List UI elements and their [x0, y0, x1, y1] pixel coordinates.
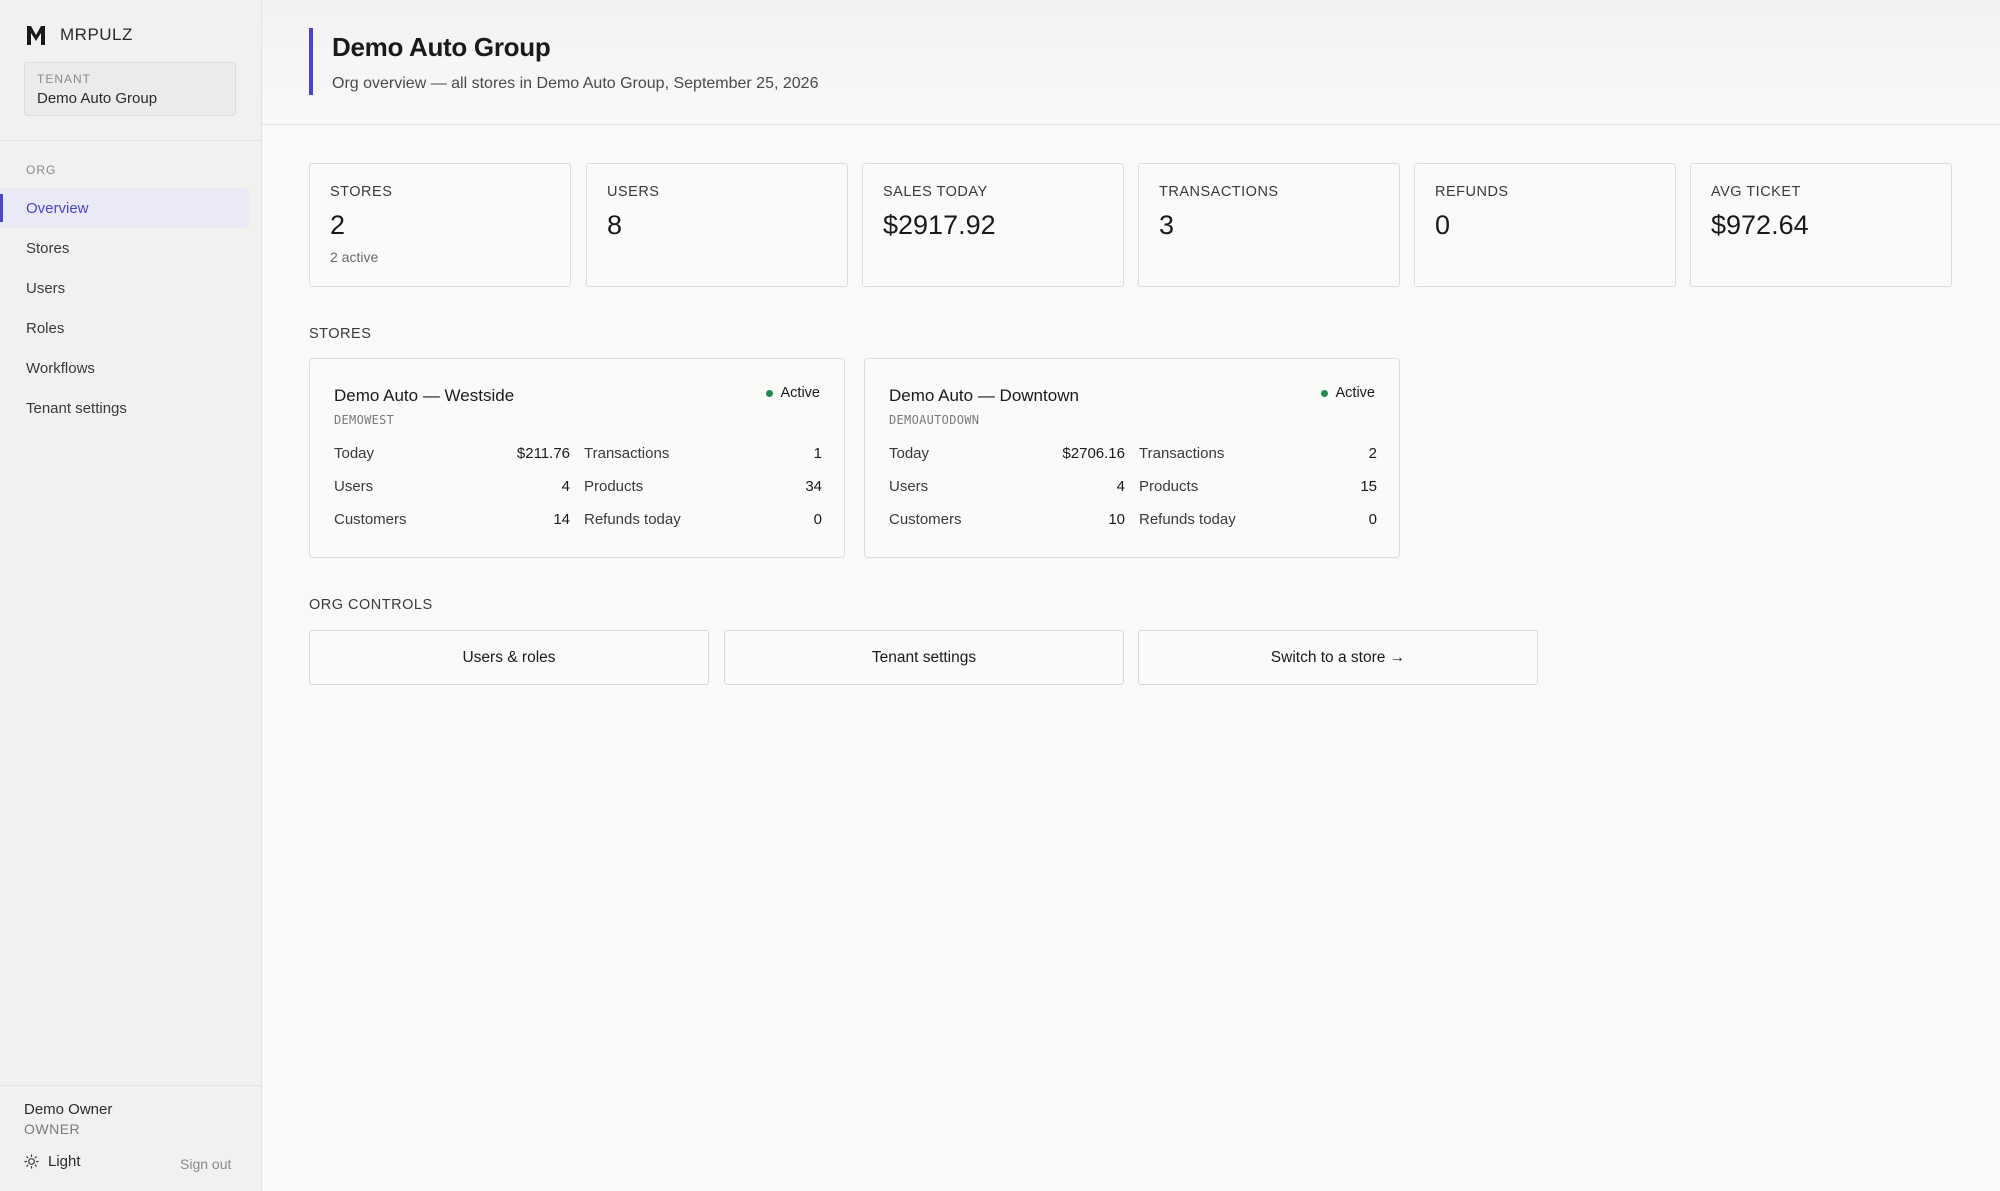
store-name: Demo Auto — Downtown: [889, 386, 1079, 405]
theme-toggle[interactable]: Light: [24, 1153, 81, 1170]
sidebar-item-tenant-settings[interactable]: Tenant settings: [0, 388, 249, 428]
stat-value: 0: [1368, 511, 1377, 528]
stat-label: Transactions: [584, 445, 670, 462]
sidebar-item-stores[interactable]: Stores: [0, 228, 249, 268]
stat-label: Today: [889, 445, 930, 462]
sign-out-link[interactable]: Sign out: [180, 1156, 231, 1172]
store-stat-row: Today $211.76 Transactions 1: [334, 445, 822, 465]
status-badge: Active: [1320, 385, 1376, 401]
sidebar: MRPULZ TENANT Demo Auto Group ORG Overvi…: [0, 0, 262, 1191]
store-stat-row: Customers 10 Refunds today 0: [889, 511, 1377, 531]
stat-label: Today: [334, 445, 375, 462]
stat-value: 14: [553, 511, 570, 528]
stat-value: $972.64: [1711, 210, 1809, 240]
stat-label: Products: [584, 478, 644, 495]
tenant-label: TENANT: [37, 72, 91, 86]
stat-label: SALES TODAY: [883, 184, 988, 200]
stat-value: 0: [813, 511, 822, 528]
stat-label: Products: [1139, 478, 1199, 495]
stat-value: $2706.16: [1062, 445, 1125, 462]
stat-label: Users: [889, 478, 929, 495]
stat-label: Users: [334, 478, 374, 495]
status-badge: Active: [765, 385, 821, 401]
stat-label: STORES: [330, 184, 393, 200]
stat-label: Customers: [889, 511, 962, 528]
nav-section-label: ORG: [26, 163, 57, 177]
sidebar-item-users[interactable]: Users: [0, 268, 249, 308]
store-card-westside[interactable]: Demo Auto — Westside DEMOWEST Active Tod…: [309, 358, 845, 558]
store-stat-row: Customers 14 Refunds today 0: [334, 511, 822, 531]
stat-card-users: USERS 8: [586, 163, 848, 287]
store-name: Demo Auto — Westside: [334, 386, 515, 405]
stat-value: 4: [561, 478, 570, 495]
sidebar-item-overview[interactable]: Overview: [0, 188, 249, 228]
stat-label: Refunds today: [584, 511, 681, 528]
brand[interactable]: MRPULZ: [26, 24, 133, 46]
stat-label: TRANSACTIONS: [1159, 184, 1279, 200]
store-stat-row: Today $2706.16 Transactions 2: [889, 445, 1377, 465]
store-card-downtown[interactable]: Demo Auto — Downtown DEMOAUTODOWN Active…: [864, 358, 1400, 558]
stat-value: 10: [1108, 511, 1125, 528]
stat-card-refunds: REFUNDS 0: [1414, 163, 1676, 287]
stat-value: 1: [813, 445, 822, 462]
stat-value: 2: [1368, 445, 1377, 462]
sidebar-nav: Overview Stores Users Roles Workflows Te…: [0, 188, 261, 428]
switch-store-button[interactable]: Switch to a store →: [1138, 630, 1538, 685]
stat-value: 34: [805, 478, 822, 495]
stat-card-avg-ticket: AVG TICKET $972.64: [1690, 163, 1952, 287]
tenant-name: Demo Auto Group: [37, 90, 158, 107]
tenant-settings-button[interactable]: Tenant settings: [724, 630, 1124, 685]
stat-label: USERS: [607, 184, 660, 200]
stat-value: 2: [330, 210, 346, 240]
store-code: DEMOAUTODOWN: [889, 413, 980, 427]
stat-label: REFUNDS: [1435, 184, 1509, 200]
page-title: Demo Auto Group: [332, 32, 551, 62]
status-dot-icon: [1320, 389, 1328, 397]
theme-toggle-label: Light: [48, 1153, 81, 1170]
status-label: Active: [780, 385, 821, 401]
sidebar-item-workflows[interactable]: Workflows: [0, 348, 249, 388]
user-role: OWNER: [24, 1121, 81, 1137]
user-name: Demo Owner: [24, 1101, 113, 1118]
header-accent-bar: [309, 28, 313, 95]
stat-card-transactions: TRANSACTIONS 3: [1138, 163, 1400, 287]
brand-logo-icon: [27, 26, 45, 45]
stat-value: 3: [1159, 210, 1175, 240]
stat-value: 15: [1360, 478, 1377, 495]
stat-card-sales-today: SALES TODAY $2917.92: [862, 163, 1124, 287]
stat-subtext: 2 active: [330, 249, 379, 265]
users-roles-button[interactable]: Users & roles: [309, 630, 709, 685]
tenant-switcher[interactable]: TENANT Demo Auto Group: [24, 62, 236, 116]
brand-name: MRPULZ: [60, 25, 133, 44]
page-subtitle: Org overview — all stores in Demo Auto G…: [332, 75, 819, 92]
sun-icon: [24, 1154, 39, 1169]
stat-label: AVG TICKET: [1711, 184, 1801, 200]
status-label: Active: [1335, 385, 1376, 401]
stat-value: 8: [607, 210, 623, 240]
stat-value: 4: [1116, 478, 1125, 495]
sidebar-divider: [0, 140, 261, 141]
status-dot-icon: [765, 389, 773, 397]
stat-value: $211.76: [516, 445, 570, 462]
stat-card-stores: STORES 2 2 active: [309, 163, 571, 287]
stat-value: 0: [1435, 210, 1451, 240]
stores-section-label: STORES: [309, 326, 372, 342]
sidebar-footer-divider: [0, 1085, 261, 1086]
store-stat-row: Users 4 Products 34: [334, 478, 822, 498]
org-controls-label: ORG CONTROLS: [309, 597, 433, 613]
page-header: Demo Auto Group Org overview — all store…: [262, 0, 2000, 125]
stat-value: $2917.92: [883, 210, 996, 240]
store-stat-row: Users 4 Products 15: [889, 478, 1377, 498]
store-code: DEMOWEST: [334, 413, 395, 427]
stat-label: Refunds today: [1139, 511, 1236, 528]
stat-label: Customers: [334, 511, 407, 528]
stat-label: Transactions: [1139, 445, 1225, 462]
sidebar-item-roles[interactable]: Roles: [0, 308, 249, 348]
